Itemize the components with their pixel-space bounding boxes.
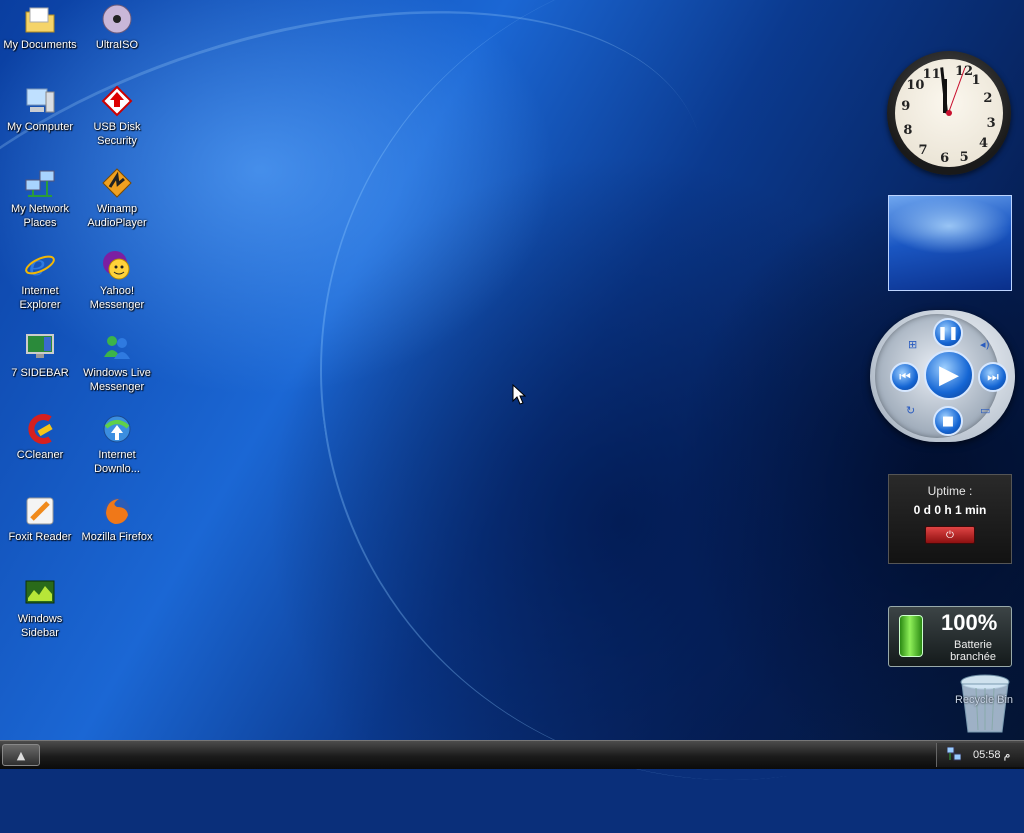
- computer-icon: [23, 84, 57, 118]
- sidebar-icon: [23, 576, 57, 610]
- clock-center-pin: [946, 110, 952, 116]
- media-player-gadget[interactable]: ❚❚ ⏮ ▶ ⏭ ■ ⊞ ◂) ↻ ▭: [870, 310, 1015, 442]
- desktop-icon-label: CCleaner: [16, 449, 64, 461]
- start-icon: ▲: [16, 748, 26, 762]
- desktop-icon-my-network-places[interactable]: My Network Places: [0, 166, 80, 230]
- taskbar-clock[interactable]: 05:58 م: [973, 748, 1010, 761]
- start-button[interactable]: ▲: [2, 744, 40, 766]
- usb-shield-icon: [100, 84, 134, 118]
- windows-logo-icon[interactable]: ⊞: [908, 338, 917, 351]
- desktop-icon-usb-disk-security[interactable]: USB Disk Security: [77, 84, 157, 148]
- power-button[interactable]: ⏻: [925, 526, 975, 544]
- battery-icon: [899, 615, 923, 657]
- network-icon: [23, 166, 57, 200]
- previous-button[interactable]: ⏮: [890, 362, 920, 392]
- uptime-label: Uptime :: [927, 484, 973, 498]
- next-button[interactable]: ⏭: [978, 362, 1008, 392]
- desktop-icon-mozilla-firefox[interactable]: Mozilla Firefox: [77, 494, 157, 544]
- clock-number: 5: [959, 150, 969, 166]
- desktop-icon-label: Winamp AudioPlayer: [87, 203, 147, 229]
- desktop-icon-winamp[interactable]: Winamp AudioPlayer: [77, 166, 157, 230]
- desktop-icon-label: 7 SIDEBAR: [11, 367, 69, 379]
- desktop-icon-7-sidebar[interactable]: 7 SIDEBAR: [0, 330, 80, 380]
- desktop-icon-label: USB Disk Security: [93, 121, 141, 147]
- desktop-icon-label: Mozilla Firefox: [81, 531, 153, 543]
- idm-icon: [100, 412, 134, 446]
- desktop-icon-internet-explorer[interactable]: e Internet Explorer: [0, 248, 80, 312]
- desktop-icon-label: UltraISO: [95, 39, 139, 51]
- clock-number: 4: [979, 136, 989, 152]
- desktop-icon-label: Yahoo! Messenger: [89, 285, 145, 311]
- clock-number: 10: [906, 78, 925, 93]
- clock-number: 7: [918, 142, 928, 158]
- folder-icon: [23, 2, 57, 36]
- yahoo-icon: [100, 248, 134, 282]
- desktop-icon-label: My Computer: [6, 121, 74, 133]
- desktop-icon-label: Internet Explorer: [19, 285, 61, 311]
- monitor-icon: [23, 330, 57, 364]
- clock-gadget[interactable]: 12 1 2 3 4 5 6 7 8 9 10 11: [887, 51, 1011, 175]
- disc-icon: [100, 2, 134, 36]
- desktop-icon-label: Foxit Reader: [8, 531, 72, 543]
- desktop-icon-recycle-bin[interactable]: Recycle Bin: [950, 672, 1020, 740]
- slideshow-gadget[interactable]: [888, 195, 1012, 291]
- pdf-icon: [23, 494, 57, 528]
- desktop-icon-label: My Network Places: [10, 203, 70, 229]
- ccleaner-icon: [23, 412, 57, 446]
- mouse-cursor-icon: [512, 384, 526, 405]
- desktop-icon-my-computer[interactable]: My Computer: [0, 84, 80, 134]
- battery-status: Batterie branchée: [950, 639, 996, 663]
- desktop-icon-foxit-reader[interactable]: Foxit Reader: [0, 494, 80, 544]
- desktop-icon-ccleaner[interactable]: CCleaner: [0, 412, 80, 462]
- ie-icon: e: [23, 248, 57, 282]
- battery-percent: 100%: [941, 610, 998, 635]
- desktop-icon-my-documents[interactable]: My Documents: [0, 2, 80, 52]
- desktop-icon-yahoo-messenger[interactable]: Yahoo! Messenger: [77, 248, 157, 312]
- clock-number: 8: [903, 123, 913, 139]
- clock-number: 11: [922, 67, 941, 83]
- clock-number: 6: [940, 151, 950, 167]
- desktop-icon-windows-sidebar[interactable]: Windows Sidebar: [0, 576, 80, 640]
- pause-button[interactable]: ❚❚: [933, 318, 963, 348]
- clock-number: 1: [971, 72, 981, 88]
- desktop-icon-label: Windows Sidebar: [17, 613, 63, 639]
- clock-number: 2: [983, 90, 993, 106]
- desktop-icon-ultraiso[interactable]: UltraISO: [77, 2, 157, 52]
- firefox-icon: [100, 494, 134, 528]
- svg-text:e: e: [29, 249, 46, 281]
- repeat-icon[interactable]: ↻: [906, 404, 915, 417]
- uptime-value: 0 d 0 h 1 min: [913, 503, 987, 517]
- desktop-icon-label: Internet Downlo...: [94, 449, 140, 475]
- play-button[interactable]: ▶: [924, 350, 974, 400]
- clock-number: 3: [986, 115, 996, 131]
- messenger-icon: [100, 330, 134, 364]
- taskbar: ▲ 05:58 م: [0, 740, 1024, 769]
- desktop-icon-internet-download-manager[interactable]: Internet Downlo...: [77, 412, 157, 476]
- volume-icon[interactable]: ◂): [980, 338, 990, 351]
- desktop-icon-label: Windows Live Messenger: [83, 367, 151, 393]
- uptime-gadget: Uptime : 0 d 0 h 1 min ⏻: [888, 474, 1012, 564]
- recycle-bin-label: Recycle Bin: [954, 694, 1014, 706]
- winamp-icon: [100, 166, 134, 200]
- system-tray: 05:58 م: [936, 743, 1024, 767]
- stop-button[interactable]: ■: [933, 406, 963, 436]
- clock-number: 9: [901, 98, 911, 114]
- folder-open-icon[interactable]: ▭: [980, 404, 990, 417]
- network-tray-icon[interactable]: [947, 747, 961, 761]
- power-icon: ⏻: [946, 529, 954, 541]
- desktop-icon-label: My Documents: [3, 39, 77, 51]
- battery-gadget: 100% Batterie branchée: [888, 606, 1012, 667]
- desktop-icon-windows-live-messenger[interactable]: Windows Live Messenger: [77, 330, 157, 394]
- clock-face: 12 1 2 3 4 5 6 7 8 9 10 11: [895, 59, 1003, 167]
